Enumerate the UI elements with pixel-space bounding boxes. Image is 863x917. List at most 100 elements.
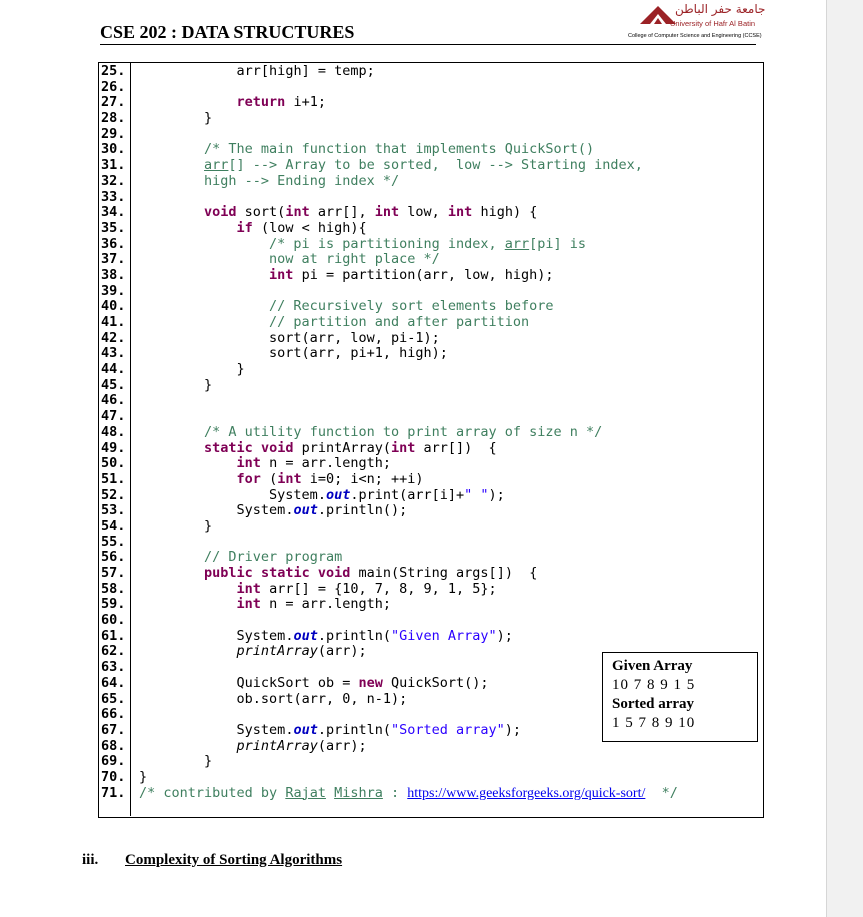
code-token: ( — [260, 470, 278, 487]
line-number: 30. — [101, 141, 126, 158]
code-token: } — [204, 110, 213, 127]
code-token: int — [269, 266, 294, 283]
code-token: .println( — [317, 627, 391, 644]
code-text: } — [139, 753, 212, 770]
code-text: printArray(arr); — [139, 644, 367, 660]
code-token: arr[] = {10, 7, 8, 9, 1, 5}; — [260, 580, 497, 597]
code-line: 39. — [101, 283, 761, 300]
line-number: 59. — [101, 596, 126, 613]
code-line: 28. } — [101, 110, 761, 127]
code-text: arr[high] = temp; — [139, 63, 375, 80]
code-line: 36. /* pi is partitioning index, arr[pi]… — [101, 235, 761, 253]
code-token: n = arr.length; — [260, 455, 391, 472]
code-token: printArray( — [293, 439, 392, 456]
code-token: " " — [464, 486, 489, 503]
line-number: 71. — [101, 784, 126, 801]
code-token: if — [236, 219, 253, 236]
header-rule — [100, 44, 756, 45]
output-given-values: 10 7 8 9 1 5 — [612, 677, 696, 693]
line-number: 31. — [101, 157, 126, 174]
code-line: 38. int pi = partition(arr, low, high); — [101, 266, 761, 284]
code-line: 47. — [101, 408, 761, 425]
code-line: 29. — [101, 126, 761, 143]
code-token: // Recursively sort elements before — [269, 298, 554, 315]
code-line: 71. /* contributed by Rajat Mishra : http… — [101, 784, 761, 802]
line-number: 38. — [101, 266, 126, 283]
code-token: n = arr.length; — [260, 596, 391, 613]
code-token: sort( — [236, 204, 286, 221]
output-sorted-values: 1 5 7 8 9 10 — [612, 715, 696, 731]
code-text: sort(arr, low, pi-1); — [139, 330, 440, 347]
code-line: 35. if (low < high){ — [101, 219, 761, 237]
code-token: int — [391, 439, 416, 456]
code-text: /* pi is partitioning index, arr[pi] is — [139, 236, 586, 253]
line-number: 36. — [101, 235, 126, 252]
line-number: 25. — [101, 63, 126, 79]
code-token: .println(); — [317, 502, 408, 519]
line-number: 53. — [101, 502, 126, 519]
code-token: pi = partition(arr, low, high); — [293, 266, 554, 283]
code-text: return i+1; — [139, 95, 326, 111]
code-token: (arr); — [317, 737, 367, 754]
line-number: 63. — [101, 659, 126, 676]
code-token: i=0; i<n; ++i) — [301, 470, 424, 487]
code-token: QuickSort ob = — [236, 674, 359, 691]
code-line: 50. int n = arr.length; — [101, 455, 761, 472]
code-line: 40. // Recursively sort elements before — [101, 298, 761, 315]
code-token: } — [204, 376, 213, 393]
code-token: void — [260, 439, 294, 456]
code-text: void sort(int arr[], int low, int high) … — [139, 204, 537, 221]
code-token: ob.sort(arr, 0, n-1); — [236, 690, 408, 707]
code-text: } — [139, 769, 147, 786]
code-text: /* contributed by Rajat Mishra : https:/… — [139, 784, 678, 802]
code-token: int — [285, 204, 310, 221]
code-text: if (low < high){ — [139, 219, 367, 237]
code-token: sort(arr, pi+1, high); — [269, 345, 448, 362]
logo-college-name: College of Computer Science and Engineer… — [628, 33, 762, 39]
code-token: (low < high){ — [252, 219, 367, 236]
line-number: 37. — [101, 251, 126, 268]
code-token: out — [325, 486, 351, 503]
code-line: 57. public static void main(String args[… — [101, 565, 761, 582]
line-number: 46. — [101, 392, 126, 409]
line-number: 62. — [101, 643, 126, 660]
line-number: 54. — [101, 517, 126, 534]
code-token: high --> Ending index */ — [204, 172, 400, 189]
code-text: System.out.print(arr[i]+" "); — [139, 486, 505, 504]
code-line: 32. high --> Ending index */ — [101, 172, 761, 190]
code-token: .print(arr[i]+ — [350, 486, 465, 503]
code-text: int n = arr.length; — [139, 597, 391, 613]
code-token: return — [236, 94, 286, 111]
line-number: 47. — [101, 408, 126, 425]
code-token: /* contributed by — [139, 784, 286, 801]
code-line: 59. int n = arr.length; — [101, 597, 761, 613]
code-text: } — [139, 110, 213, 127]
code-token: ); — [504, 721, 522, 738]
code-text: int arr[] = {10, 7, 8, 9, 1, 5}; — [139, 580, 497, 598]
code-token: int — [236, 455, 261, 472]
line-number: 28. — [101, 110, 126, 127]
code-text: } — [139, 361, 245, 378]
code-token: printArray — [236, 737, 318, 754]
code-token: Rajat — [285, 784, 326, 801]
source-link[interactable]: https://www.geeksforgeeks.org/quick-sort… — [407, 786, 645, 801]
code-line: 52. System.out.print(arr[i]+" "); — [101, 486, 761, 504]
line-number: 70. — [101, 768, 126, 785]
code-token: [] --> Array to be sorted, low --> Start… — [228, 157, 643, 174]
code-token: new — [358, 674, 383, 691]
code-text: arr[] --> Array to be sorted, low --> St… — [139, 157, 643, 174]
page-edge — [826, 0, 827, 917]
code-text: for (int i=0; i<n; ++i) — [139, 470, 424, 488]
line-number: 33. — [101, 188, 126, 205]
code-line: 41. // partition and after partition — [101, 314, 761, 331]
code-text: } — [139, 517, 213, 535]
code-token: } — [204, 517, 213, 534]
code-line: 31. arr[] --> Array to be sorted, low --… — [101, 157, 761, 174]
line-number: 61. — [101, 627, 126, 644]
code-token: /* The main function that implements Qui… — [204, 141, 595, 158]
output-sorted-label: Sorted array — [612, 696, 695, 712]
line-number: 34. — [101, 204, 126, 221]
code-token: out — [293, 627, 318, 644]
